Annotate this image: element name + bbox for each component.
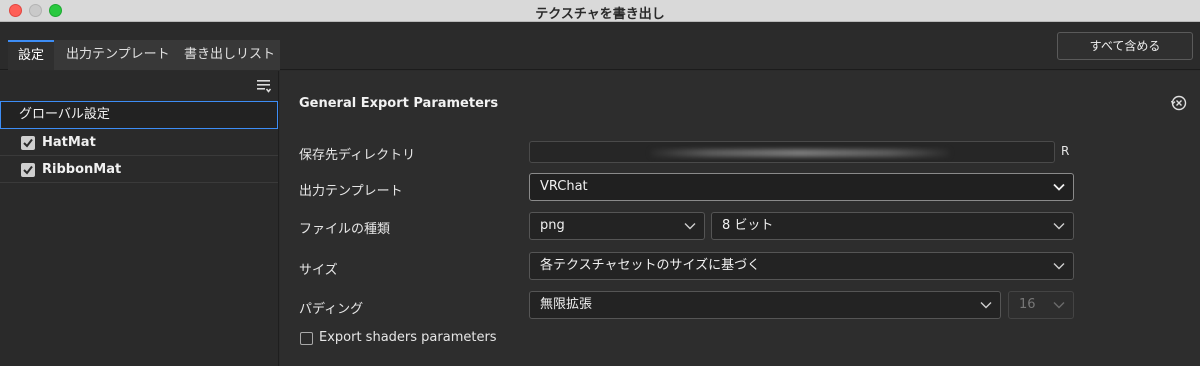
tab-export-list[interactable]: 書き出しリスト (174, 40, 285, 70)
material-label: HatMat (42, 135, 96, 150)
chevron-down-icon (1053, 263, 1065, 270)
chevron-down-icon (684, 223, 696, 230)
tab-settings[interactable]: 設定 (8, 40, 54, 70)
redacted-path (650, 149, 950, 157)
title-bar: テクスチャを書き出し (0, 0, 1200, 22)
list-settings-icon[interactable] (256, 78, 272, 94)
size-select[interactable]: 各テクスチャセットのサイズに基づく (529, 252, 1074, 280)
material-label: RibbonMat (42, 162, 122, 177)
include-all-button[interactable]: すべて含める (1057, 32, 1193, 60)
padding-select[interactable]: 無限拡張 (529, 291, 1001, 319)
checkbox-icon[interactable] (21, 136, 35, 150)
padding-amount-select: 16 (1008, 291, 1074, 319)
toolbar: 設定 出力テンプレート 書き出しリスト すべて含める (0, 22, 1200, 70)
chevron-down-icon (1053, 183, 1065, 191)
size-value: 各テクスチャセットのサイズに基づく (540, 258, 761, 273)
bit-depth-value: 8 ビット (722, 218, 774, 233)
padding-value: 無限拡張 (540, 297, 593, 312)
export-shaders-checkbox[interactable] (300, 332, 313, 345)
padding-amount-value: 16 (1019, 297, 1036, 312)
padding-label: パディング (299, 302, 364, 317)
chevron-down-icon (1053, 223, 1065, 230)
sidebar-item-hatmat[interactable]: HatMat (0, 130, 278, 156)
checkbox-icon[interactable] (21, 163, 35, 177)
section-title: General Export Parameters (299, 96, 499, 111)
file-type-label: ファイルの種類 (299, 222, 391, 237)
reset-icon[interactable] (1170, 94, 1188, 112)
directory-suffix: R (1061, 144, 1070, 158)
directory-field[interactable] (529, 141, 1055, 163)
template-select[interactable]: VRChat (529, 173, 1074, 201)
file-format-select[interactable]: png (529, 212, 705, 240)
export-shaders-label: Export shaders parameters (319, 330, 497, 345)
bit-depth-select[interactable]: 8 ビット (711, 212, 1074, 240)
directory-label: 保存先ディレクトリ (299, 148, 416, 163)
chevron-down-icon (1053, 302, 1065, 309)
size-label: サイズ (299, 263, 338, 278)
sidebar-item-global-settings[interactable]: グローバル設定 (0, 101, 278, 129)
template-label: 出力テンプレート (299, 184, 403, 199)
sidebar-item-ribbonmat[interactable]: RibbonMat (0, 157, 278, 183)
tab-output-templates[interactable]: 出力テンプレート (56, 40, 180, 70)
window-title: テクスチャを書き出し (535, 7, 665, 22)
chevron-down-icon (980, 302, 992, 309)
file-format-value: png (540, 218, 565, 233)
template-value: VRChat (540, 179, 588, 194)
